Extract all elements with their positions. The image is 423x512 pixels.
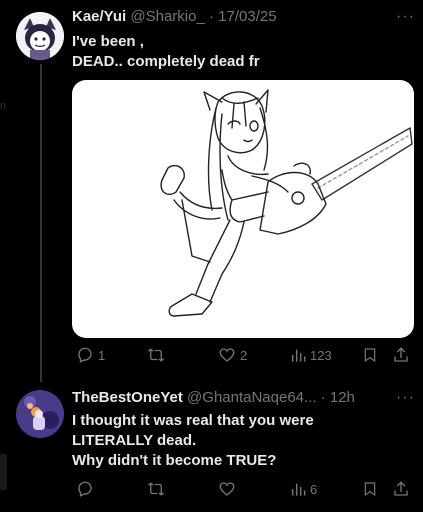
avatar-image (16, 390, 64, 438)
bookmark-button[interactable] (362, 480, 378, 498)
post-date[interactable]: 17/03/25 (218, 8, 276, 25)
reply-button[interactable]: 1 (76, 346, 105, 364)
like-icon (219, 482, 235, 496)
more-icon[interactable]: ··· (396, 389, 415, 407)
repost-icon (148, 482, 164, 496)
separator: · (208, 8, 214, 25)
bookmark-button[interactable] (362, 346, 378, 364)
bookmark-icon (364, 348, 376, 363)
separator: · (320, 389, 326, 406)
left-edge-mark: n (0, 100, 7, 112)
avatar-image (16, 12, 64, 60)
post-text: I've been , DEAD.. completely dead fr (72, 32, 260, 72)
bookmark-icon (364, 482, 376, 497)
repost-button[interactable] (146, 346, 166, 364)
post-header: TheBestOneYet @GhantaNaqe64... · 12h (72, 389, 355, 406)
repost-icon (148, 348, 164, 362)
views-count: 6 (310, 481, 318, 497)
like-button[interactable] (218, 480, 236, 498)
post-actions: 6 (72, 478, 414, 500)
post-text: I thought it was real that you were LITE… (72, 411, 314, 471)
post-actions: 1 2 123 (72, 344, 414, 366)
post-text-line: LITERALLY dead. (72, 432, 197, 449)
avatar[interactable] (16, 12, 64, 60)
repost-button[interactable] (146, 480, 166, 498)
post-text-line: I thought it was real that you were (72, 412, 314, 429)
views-icon (291, 349, 306, 362)
post-media[interactable] (72, 80, 414, 338)
post-text-line: Why didn't it become TRUE? (72, 452, 277, 469)
like-count: 2 (240, 347, 248, 363)
views-button[interactable]: 123 (290, 347, 332, 363)
post-text-line: DEAD.. completely dead fr (72, 53, 260, 70)
handle[interactable]: @GhantaNaqe64... (187, 389, 316, 406)
avatar[interactable] (16, 390, 64, 438)
handle[interactable]: @Sharkio_ (130, 8, 204, 25)
display-name[interactable]: Kae/Yui (72, 8, 126, 25)
like-button[interactable]: 2 (218, 346, 247, 364)
reply-icon (78, 481, 92, 497)
views-button[interactable]: 6 (290, 481, 317, 497)
reply-icon (78, 347, 92, 363)
display-name[interactable]: TheBestOneYet (72, 389, 183, 406)
post-time[interactable]: 12h (330, 389, 355, 406)
views-icon (291, 483, 306, 496)
post-header: Kae/Yui @Sharkio_ · 17/03/25 (72, 8, 277, 25)
share-button[interactable] (392, 346, 410, 364)
left-edge-panel (0, 454, 7, 490)
share-button[interactable] (392, 480, 410, 498)
more-icon[interactable]: ··· (396, 8, 415, 26)
share-icon (394, 481, 408, 496)
post-text-line: I've been , (72, 33, 144, 50)
thread-line (40, 64, 42, 382)
share-icon (394, 347, 408, 362)
like-icon (219, 348, 235, 362)
views-count: 123 (310, 347, 332, 363)
reply-count: 1 (98, 347, 106, 363)
reply-button[interactable] (76, 480, 94, 498)
media-drawing (160, 89, 413, 317)
